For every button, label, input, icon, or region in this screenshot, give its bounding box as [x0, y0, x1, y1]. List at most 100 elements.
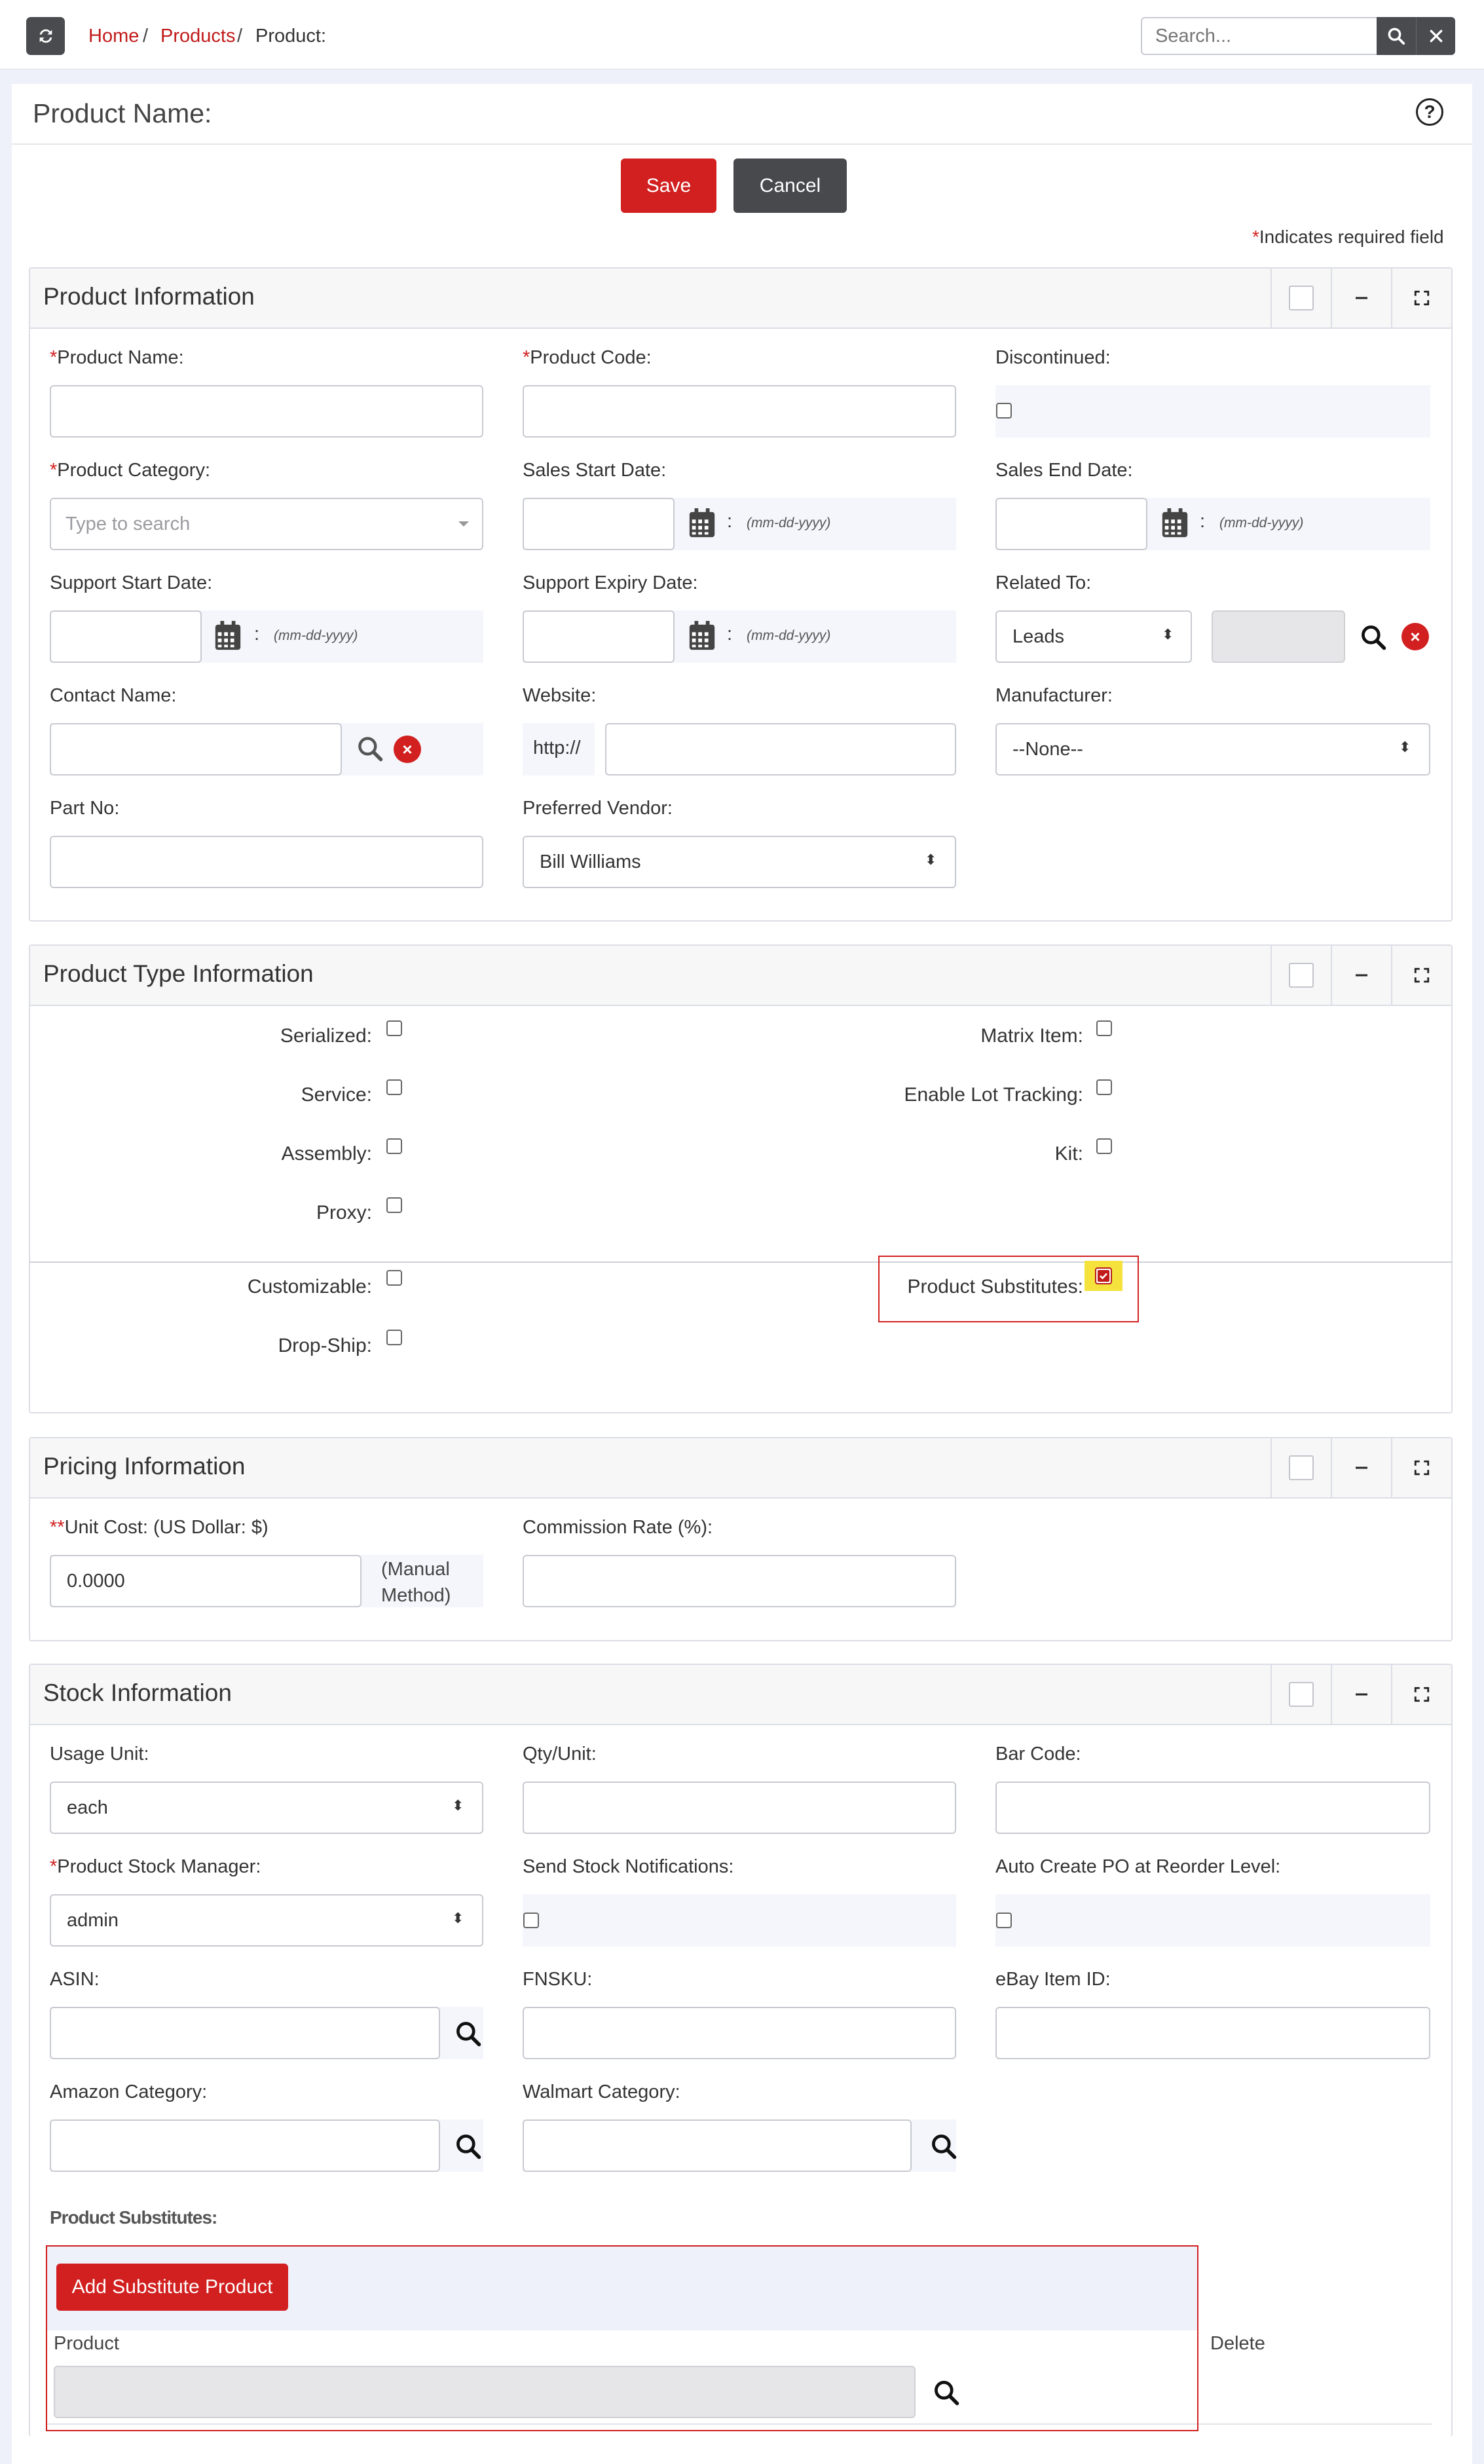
website-label: Website:: [523, 685, 597, 706]
qty-unit-label: Qty/Unit:: [523, 1744, 597, 1764]
select-panel-button[interactable]: [1271, 1665, 1331, 1724]
proxy-checkbox[interactable]: [386, 1197, 402, 1213]
matrix-item-checkbox[interactable]: [1096, 1020, 1112, 1036]
help-icon[interactable]: ?: [1416, 98, 1443, 126]
date-format-hint: (mm-dd-yyyy): [747, 628, 831, 643]
collapse-panel-button[interactable]: [1331, 946, 1391, 1005]
ebay-item-id-input[interactable]: [995, 2007, 1430, 2059]
related-to-value-input: [1212, 610, 1345, 663]
expand-panel-button[interactable]: [1391, 1438, 1451, 1497]
service-checkbox[interactable]: [386, 1079, 402, 1095]
search-input[interactable]: [1141, 17, 1378, 55]
calendar-icon[interactable]: [688, 621, 716, 651]
kit-checkbox[interactable]: [1096, 1138, 1112, 1154]
lot-tracking-checkbox[interactable]: [1096, 1079, 1112, 1095]
sales-end-input[interactable]: [995, 498, 1147, 550]
commission-rate-input[interactable]: [523, 1555, 956, 1607]
select-panel-button[interactable]: [1271, 269, 1331, 327]
collapse-panel-button[interactable]: [1331, 269, 1391, 327]
fnsku-input[interactable]: [523, 2007, 956, 2059]
asin-input[interactable]: [50, 2007, 440, 2059]
assembly-checkbox[interactable]: [386, 1138, 402, 1154]
bar-code-input[interactable]: [995, 1782, 1430, 1834]
updown-icon: ⬍: [1399, 739, 1411, 755]
commission-rate-label: Commission Rate (%):: [523, 1517, 713, 1538]
cancel-button[interactable]: Cancel: [733, 159, 847, 213]
related-clear-button[interactable]: ×: [1401, 623, 1429, 650]
asin-label: ASIN:: [50, 1969, 100, 1990]
refresh-icon: [39, 29, 52, 43]
serialized-checkbox[interactable]: [386, 1020, 402, 1036]
amazon-category-input[interactable]: [50, 2119, 440, 2172]
service-label: Service:: [301, 1084, 372, 1106]
label-text: Product Stock Manager:: [57, 1856, 261, 1877]
fnsku-label: FNSKU:: [523, 1969, 593, 1990]
search-icon: [1362, 625, 1386, 650]
expand-panel-button[interactable]: [1391, 946, 1451, 1005]
auto-po-field: [995, 1894, 1430, 1947]
support-expiry-input[interactable]: [523, 610, 675, 663]
contact-name-input[interactable]: [50, 723, 342, 775]
related-to-select[interactable]: Leads ⬍: [995, 610, 1192, 663]
website-input[interactable]: [605, 723, 956, 775]
assembly-label: Assembly:: [281, 1143, 372, 1165]
collapse-panel-button[interactable]: [1331, 1665, 1391, 1724]
product-substitutes-checkbox[interactable]: [1095, 1267, 1112, 1284]
send-notifications-checkbox[interactable]: [523, 1913, 539, 1928]
search-icon: [358, 737, 383, 762]
product-category-select[interactable]: Type to search: [50, 498, 483, 550]
discontinued-field: [995, 385, 1430, 438]
amazon-category-search-button[interactable]: [452, 2130, 485, 2163]
contact-search-button[interactable]: [354, 732, 386, 765]
website-prefix: http://: [533, 737, 581, 758]
save-button[interactable]: Save: [621, 159, 716, 213]
colon: :: [1200, 511, 1206, 532]
discontinued-checkbox[interactable]: [996, 403, 1012, 419]
updown-icon: ⬍: [452, 1910, 464, 1926]
support-expiry-label: Support Expiry Date:: [523, 572, 698, 593]
clear-search-button[interactable]: [1416, 17, 1455, 55]
product-name-input[interactable]: [50, 385, 483, 438]
expand-panel-button[interactable]: [1391, 1665, 1451, 1724]
collapse-panel-button[interactable]: [1331, 1438, 1391, 1497]
refresh-button[interactable]: [26, 17, 65, 55]
checkmark-icon: [1098, 1270, 1109, 1282]
checkbox-square-icon: [1289, 963, 1314, 988]
stock-manager-select[interactable]: admin ⬍: [50, 1894, 483, 1947]
preferred-vendor-select[interactable]: Bill Williams ⬍: [523, 836, 956, 888]
contact-name-label: Contact Name:: [50, 685, 177, 706]
calendar-icon[interactable]: [688, 508, 716, 538]
product-code-input[interactable]: [523, 385, 956, 438]
input-value: 0.0000: [67, 1571, 125, 1592]
sales-start-input[interactable]: [523, 498, 675, 550]
colon: :: [727, 624, 733, 644]
breadcrumb-separator: /: [237, 26, 243, 47]
required-star: *: [1252, 227, 1259, 247]
auto-po-checkbox[interactable]: [996, 1913, 1012, 1928]
send-notifications-field: [523, 1894, 956, 1947]
support-start-input[interactable]: [50, 610, 202, 663]
breadcrumb-products[interactable]: Products: [160, 24, 235, 48]
calendar-icon[interactable]: [1160, 508, 1189, 538]
breadcrumb-home[interactable]: Home: [88, 24, 139, 48]
related-search-button[interactable]: [1357, 621, 1390, 654]
asin-search-button[interactable]: [452, 2017, 485, 2050]
usage-unit-select[interactable]: each ⬍: [50, 1782, 483, 1834]
proxy-label: Proxy:: [316, 1202, 372, 1223]
search-button[interactable]: [1377, 17, 1416, 55]
part-no-input[interactable]: [50, 836, 483, 888]
calendar-icon[interactable]: [213, 621, 242, 651]
select-panel-button[interactable]: [1271, 946, 1331, 1005]
walmart-category-input[interactable]: [523, 2119, 912, 2172]
cost-method: (Manual Method): [381, 1556, 451, 1609]
walmart-category-search-button[interactable]: [927, 2130, 960, 2163]
manufacturer-select[interactable]: --None-- ⬍: [995, 723, 1430, 775]
qty-unit-input[interactable]: [523, 1782, 956, 1834]
contact-clear-button[interactable]: ×: [394, 736, 421, 763]
unit-cost-input[interactable]: 0.0000: [50, 1555, 362, 1607]
drop-ship-checkbox[interactable]: [386, 1330, 402, 1345]
select-value: admin: [67, 1910, 119, 1931]
customizable-checkbox[interactable]: [386, 1270, 402, 1286]
select-panel-button[interactable]: [1271, 1438, 1331, 1497]
expand-panel-button[interactable]: [1391, 269, 1451, 327]
